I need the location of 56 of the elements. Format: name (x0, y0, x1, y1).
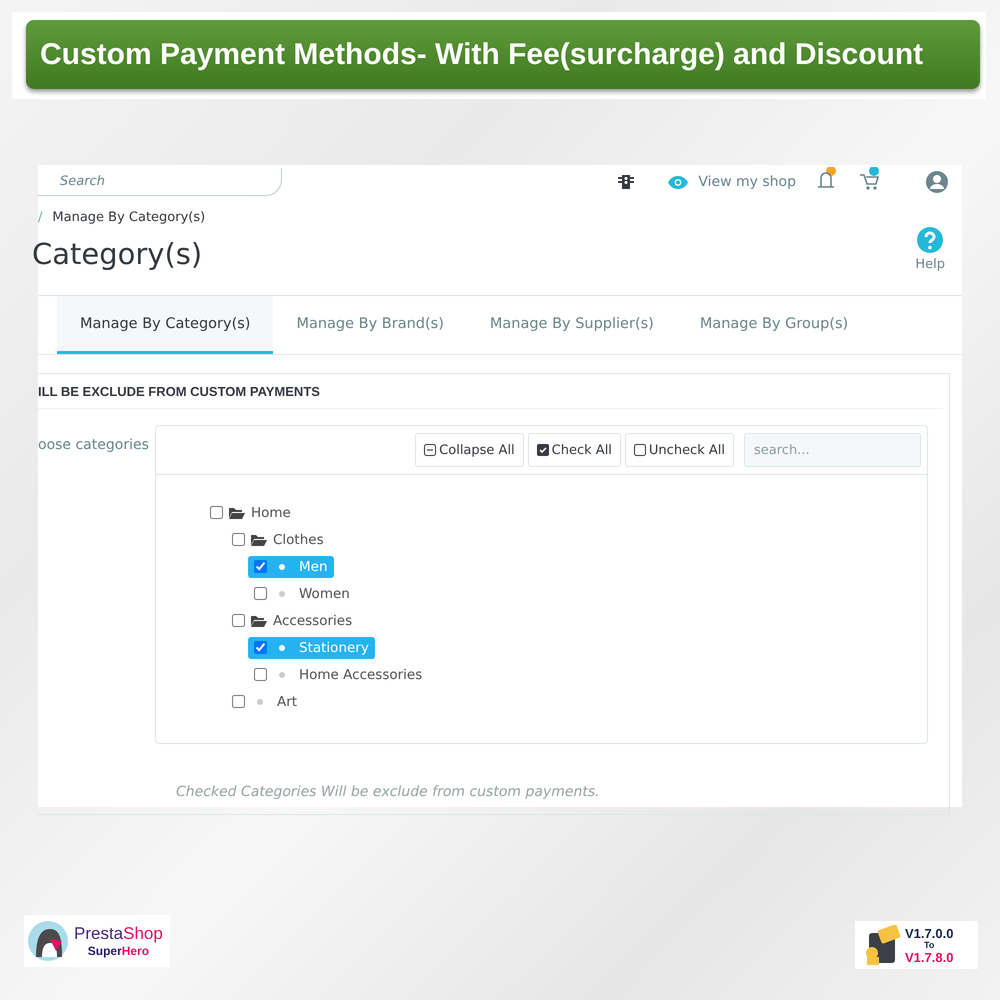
help-icon (917, 227, 944, 253)
tab[interactable]: Manage By Supplier(s) (466, 296, 677, 354)
category-checkbox[interactable] (232, 614, 245, 627)
dot-icon (257, 698, 263, 704)
check-button[interactable]: Check All (528, 433, 621, 467)
traffic-light-icon[interactable] (618, 175, 634, 189)
category-item[interactable]: Accessories (226, 610, 358, 632)
collapse-button[interactable]: Collapse All (415, 433, 524, 467)
version-from: V1.7.0.0 (905, 926, 954, 940)
bell-icon[interactable] (816, 167, 838, 191)
tab[interactable]: Manage By Category(s) (57, 296, 274, 354)
logo-tagline: SuperHero (88, 944, 150, 958)
folder-icon (251, 534, 267, 546)
category-checkbox[interactable] (210, 506, 223, 519)
logo-text: PrestaShop (74, 924, 163, 944)
banner-title: Custom Payment Methods- With Fee(surcharge) and Discount (40, 38, 924, 72)
category-checkbox[interactable] (232, 695, 245, 708)
category-checkbox[interactable] (254, 668, 267, 681)
dot-icon (279, 564, 285, 570)
category-item[interactable]: Clothes (226, 528, 330, 550)
category-item[interactable]: Women (248, 582, 356, 604)
penguin-logo-icon (28, 921, 68, 961)
version-separator: To (924, 940, 934, 950)
cart-icon[interactable] (858, 167, 882, 191)
search-field[interactable]: Search (38, 168, 282, 196)
collapse-icon (424, 444, 436, 456)
category-checkbox[interactable] (254, 587, 267, 600)
dot-icon (279, 672, 285, 678)
category-item[interactable]: Home (204, 502, 297, 524)
category-item[interactable]: Home Accessories (248, 664, 428, 686)
view-shop-link[interactable]: View my shop (668, 174, 796, 190)
tab[interactable]: Manage By Group(s) (676, 296, 872, 354)
dot-icon (279, 590, 285, 596)
breadcrumb-separator: / (38, 210, 42, 224)
folder-icon (251, 614, 267, 626)
field-label: oose categories (38, 437, 149, 453)
category-checkbox[interactable] (254, 641, 267, 654)
uncheck-button[interactable]: Uncheck All (624, 433, 734, 467)
help-button[interactable]: Help (915, 227, 945, 272)
eye-icon (668, 176, 688, 188)
dot-icon (279, 644, 285, 650)
card-heading: ILL BE EXCLUDE FROM CUSTOM PAYMENTS (38, 384, 320, 398)
checkbox-icon (634, 444, 646, 456)
folder-icon (229, 506, 245, 518)
page-title: Category(s) (32, 237, 202, 271)
breadcrumb-item[interactable]: Manage By Category(s) (52, 210, 206, 224)
category-checkbox[interactable] (232, 533, 245, 546)
version-to: V1.7.8.0 (905, 950, 954, 964)
checkbox-icon (536, 444, 549, 456)
tree-search-field[interactable]: search... (744, 433, 921, 467)
tab[interactable]: Manage By Brand(s) (273, 296, 467, 354)
user-icon[interactable] (926, 171, 948, 193)
category-checkbox[interactable] (254, 560, 267, 573)
calculator-icon (865, 925, 901, 965)
hint-text: Checked Categories Will be exclude from custom payments. (176, 784, 601, 800)
category-item[interactable]: Art (226, 690, 304, 712)
